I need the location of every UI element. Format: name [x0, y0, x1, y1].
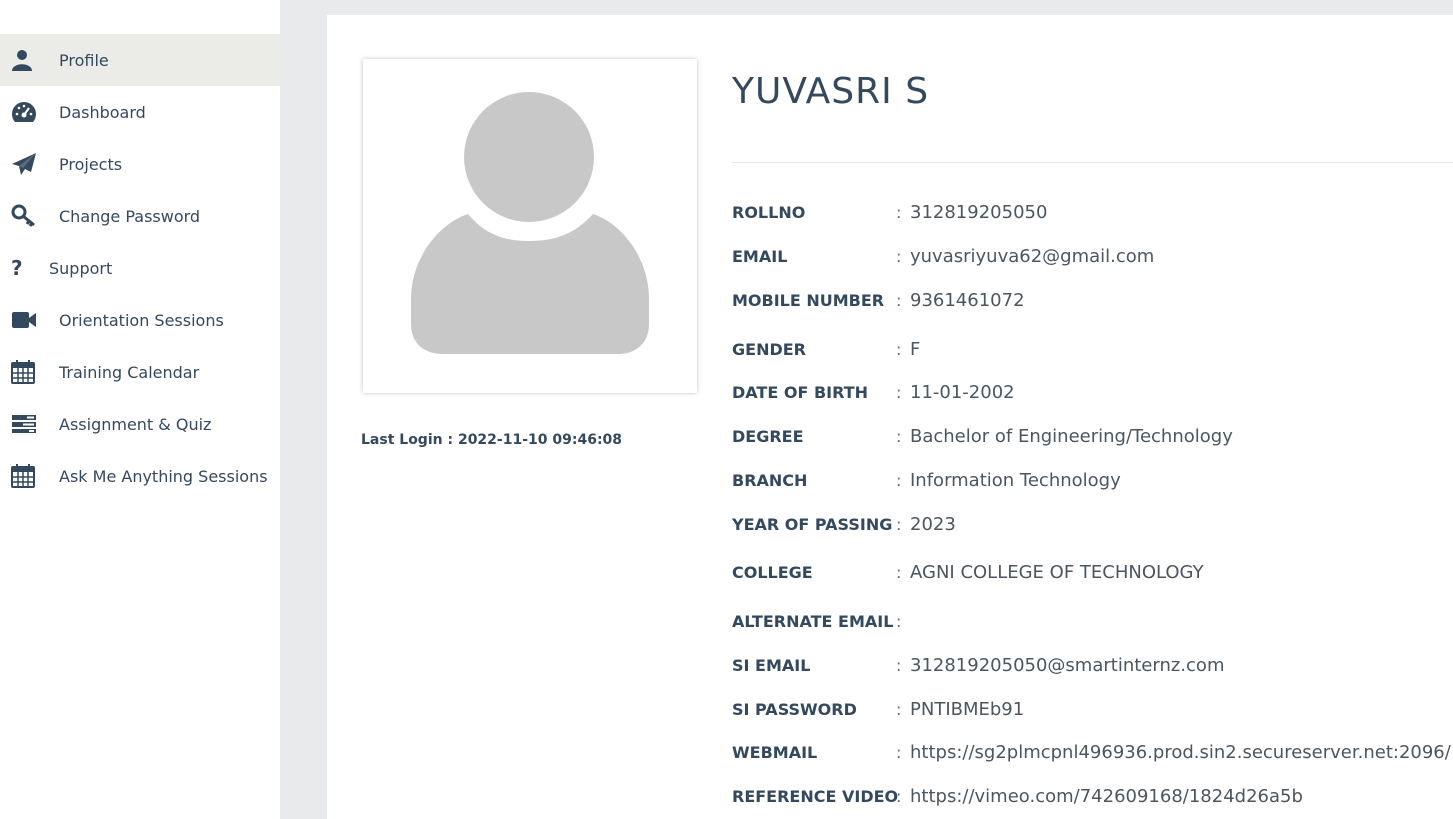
last-login-value: 2022-11-10 09:46:08	[457, 432, 623, 448]
sidebar-item-profile[interactable]: Profile	[0, 34, 280, 86]
detail-value: Bachelor of Engineering/Technology	[910, 425, 1233, 447]
detail-label: EMAIL	[732, 246, 788, 266]
detail-value: 312819205050@smartinternz.com	[910, 654, 1225, 676]
sidebar-item-training-calendar[interactable]: Training Calendar	[0, 346, 280, 398]
paper-plane-icon	[11, 150, 39, 178]
last-login-label: Last Login :	[361, 432, 458, 448]
detail-row-reference-video: REFERENCE VIDEO: https://vimeo.com/742609…	[732, 785, 1303, 807]
detail-label: DATE OF BIRTH	[732, 382, 868, 402]
video-camera-icon	[11, 306, 39, 334]
detail-row-rollno: ROLLNO:312819205050	[732, 201, 1048, 223]
detail-row-mobile: MOBILE NUMBER:9361461072	[732, 289, 1025, 311]
detail-label: COLLEGE	[732, 562, 813, 582]
detail-value: AGNI COLLEGE OF TECHNOLOGY	[910, 561, 1204, 583]
divider	[732, 162, 1453, 163]
profile-card: Last Login : 2022-11-10 09:46:08 YUVASRI…	[327, 15, 1453, 819]
sidebar-item-label: Training Calendar	[59, 362, 200, 382]
detail-row-gender: GENDER: F	[732, 338, 921, 360]
detail-label: GENDER	[732, 339, 806, 359]
detail-row-branch: BRANCH: Information Technology	[732, 469, 1121, 491]
sidebar-item-label: Support	[49, 258, 113, 278]
detail-row-dob: DATE OF BIRTH:11-01-2002	[732, 381, 1015, 403]
detail-label: DEGREE	[732, 426, 804, 446]
tasks-icon	[11, 410, 39, 438]
key-icon	[11, 202, 39, 230]
sidebar-item-label: Dashboard	[59, 102, 146, 122]
last-login: Last Login : 2022-11-10 09:46:08	[361, 432, 622, 448]
user-icon	[11, 46, 39, 74]
detail-row-alternate-email: ALTERNATE EMAIL:	[732, 611, 902, 631]
sidebar-item-label: Orientation Sessions	[59, 310, 224, 330]
detail-label: WEBMAIL	[732, 742, 818, 762]
sidebar-item-label: Change Password	[59, 206, 201, 226]
detail-value: Information Technology	[910, 469, 1121, 491]
detail-label: SI PASSWORD	[732, 699, 857, 719]
detail-label: ROLLNO	[732, 202, 806, 222]
calendar-icon	[11, 358, 39, 386]
sidebar-item-label: Projects	[59, 154, 123, 174]
sidebar-item-support[interactable]: ? Support	[0, 242, 280, 294]
avatar	[363, 59, 697, 393]
sidebar-item-dashboard[interactable]: Dashboard	[0, 86, 280, 138]
sidebar-item-label: Assignment & Quiz	[59, 414, 212, 434]
detail-label: ALTERNATE EMAIL	[732, 611, 894, 631]
detail-row-si-email: SI EMAIL:312819205050@smartinternz.com	[732, 654, 1225, 676]
detail-label: MOBILE NUMBER	[732, 290, 885, 310]
sidebar: Profile Dashboard Projects Change Passwo…	[0, 0, 280, 819]
detail-label: REFERENCE VIDEO	[732, 786, 899, 806]
calendar-icon	[11, 462, 39, 490]
detail-row-degree: DEGREE: Bachelor of Engineering/Technolog…	[732, 425, 1233, 447]
detail-value: yuvasriyuva62@gmail.com	[910, 245, 1155, 267]
sidebar-item-label: Ask Me Anything Sessions	[59, 466, 268, 486]
default-avatar-icon	[411, 92, 649, 354]
sidebar-top-spacer	[0, 0, 280, 34]
detail-value: PNTIBMEb91	[910, 698, 1025, 720]
question-icon: ?	[11, 256, 23, 280]
sidebar-item-label: Profile	[59, 50, 109, 70]
sidebar-item-ask-me-anything[interactable]: Ask Me Anything Sessions	[0, 450, 280, 502]
reference-video-link[interactable]: https://vimeo.com/742609168/1824d26a5b	[910, 786, 1303, 807]
sidebar-item-assignment-quiz[interactable]: Assignment & Quiz	[0, 398, 280, 450]
detail-label: SI EMAIL	[732, 655, 811, 675]
sidebar-item-change-password[interactable]: Change Password	[0, 190, 280, 242]
detail-value: 11-01-2002	[910, 381, 1015, 403]
speedometer-icon	[11, 98, 39, 126]
detail-value: 9361461072	[910, 289, 1025, 311]
detail-row-year-of-passing: YEAR OF PASSING:2023	[732, 513, 956, 535]
sidebar-item-projects[interactable]: Projects	[0, 138, 280, 190]
detail-value: 2023	[910, 513, 956, 535]
detail-value: F	[910, 338, 921, 360]
detail-row-college: COLLEGE: AGNI COLLEGE OF TECHNOLOGY	[732, 561, 1204, 583]
detail-label: BRANCH	[732, 470, 808, 490]
detail-row-webmail: WEBMAIL: https://sg2plmcpnl496936.prod.si…	[732, 741, 1451, 763]
profile-name: YUVASRI S	[732, 71, 930, 112]
detail-value: 312819205050	[910, 201, 1048, 223]
sidebar-item-orientation-sessions[interactable]: Orientation Sessions	[0, 294, 280, 346]
detail-row-email: EMAIL: yuvasriyuva62@gmail.com	[732, 245, 1155, 267]
detail-label: YEAR OF PASSING	[732, 514, 893, 534]
detail-row-si-password: SI PASSWORD: PNTIBMEb91	[732, 698, 1025, 720]
webmail-link[interactable]: https://sg2plmcpnl496936.prod.sin2.secur…	[910, 742, 1451, 763]
